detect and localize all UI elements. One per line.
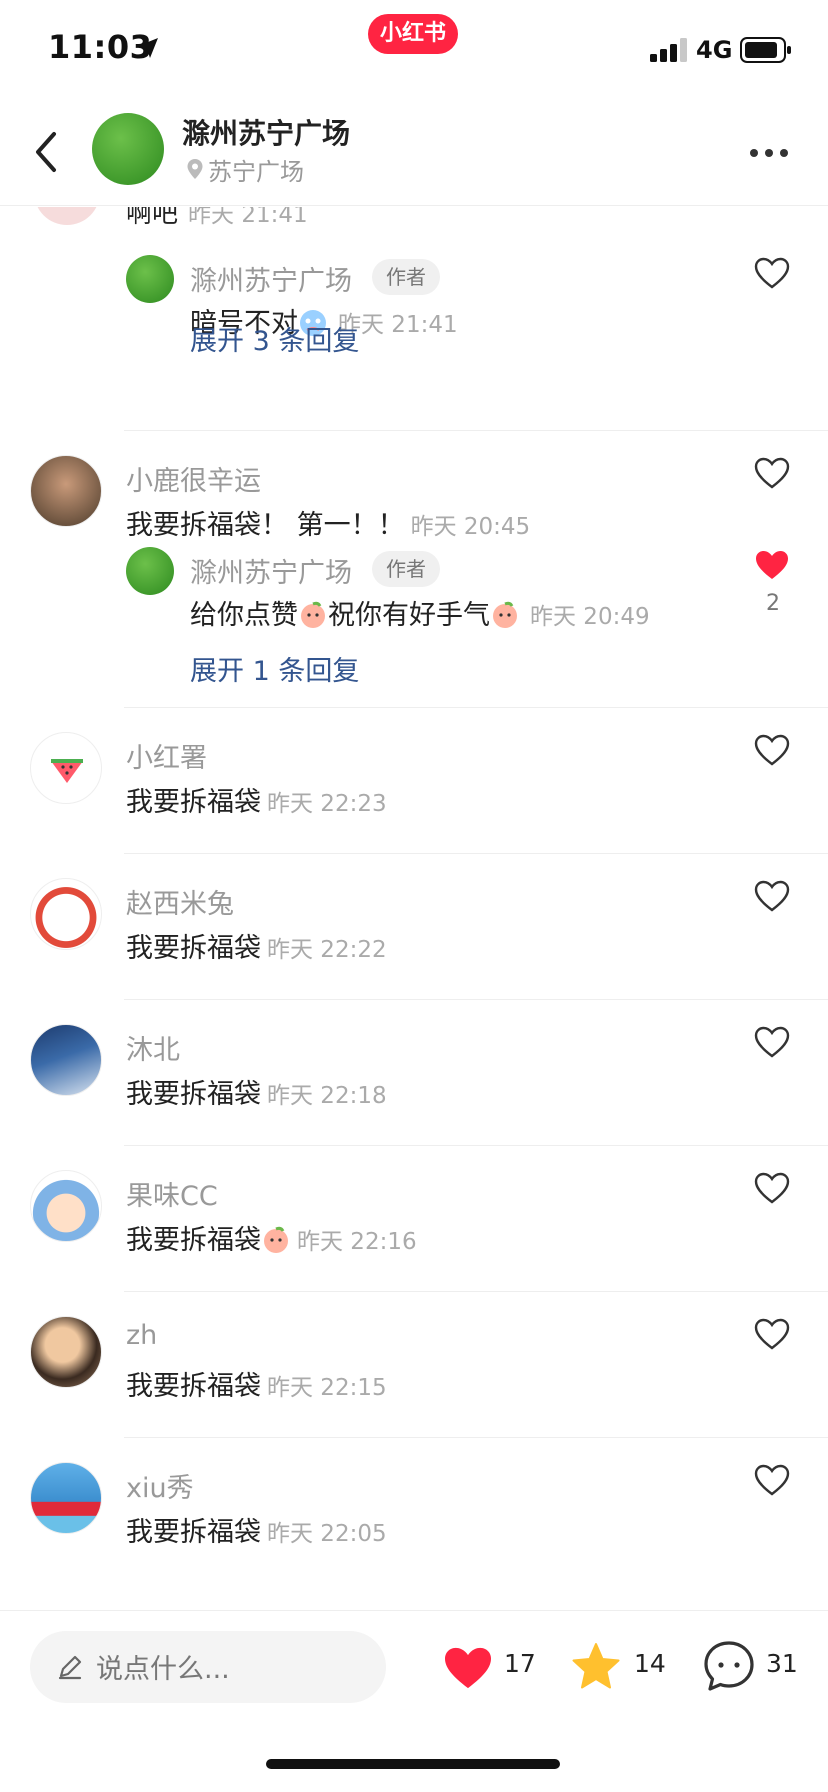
comment-count: 31 [766,1649,798,1678]
comment-item[interactable]: 赵西米兔 我要拆福袋 昨天 22:22 [0,854,828,1000]
avatar[interactable] [30,1316,102,1388]
avatar[interactable] [126,255,174,303]
reply-item[interactable]: 滁州苏宁广场 作者 暗号不对 昨天 21:41 [126,255,828,339]
comment-text: 我要拆福袋 昨天 22:15 [126,1371,387,1402]
back-icon[interactable] [28,124,68,180]
comment-time: 昨天 22:05 [267,1521,387,1547]
comment-time: 昨天 20:45 [410,514,531,540]
star-count: 14 [634,1649,666,1678]
comment-item[interactable]: 果味CC 我要拆福袋 昨天 22:16 [0,1146,828,1292]
heart-icon[interactable] [754,880,790,912]
comment-text: 我要拆福袋！ 第一！！ 昨天 20:45 [126,510,531,541]
avatar[interactable] [30,878,102,950]
header: 滁州苏宁广场 苏宁广场 [0,100,828,206]
comment-author[interactable]: xiu秀 [126,1466,194,1505]
avatar[interactable] [30,455,102,527]
comment-item[interactable]: 小鹿很辛运 我要拆福袋！ 第一！！ 昨天 20:45 滁州苏宁广场 作者 给你点赞… [0,431,828,707]
expand-replies-link[interactable]: 展开 3 条回复 [190,319,359,358]
heart-icon[interactable] [754,734,790,766]
comment-text: 我要拆福袋 昨天 22:16 [126,1225,417,1256]
page-title: 滁州苏宁广场 [182,117,351,150]
heart-icon[interactable] [754,1464,790,1496]
like-count: 17 [504,1649,536,1678]
comment-item[interactable]: xiu秀 我要拆福袋 昨天 22:05 [0,1438,828,1584]
peach-emoji-icon [493,601,517,628]
pin-icon [187,159,203,179]
heart-icon[interactable] [754,257,790,289]
comment-text: 我要拆福袋 昨天 22:18 [126,1079,387,1110]
comment-time: 昨天 22:16 [297,1229,417,1255]
watermelon-icon [51,759,83,783]
comment-author[interactable]: 赵西米兔 [126,882,234,921]
star-icon[interactable] [570,1641,622,1693]
home-indicator[interactable] [266,1759,560,1769]
comment-author[interactable]: 果味CC [126,1174,218,1213]
comment-author[interactable]: 沐北 [126,1028,180,1067]
comment-author[interactable]: 小红署 [126,736,207,775]
reply-author[interactable]: 滁州苏宁广场 [190,259,352,298]
signal-icon [650,38,687,62]
header-location[interactable]: 苏宁广场 [186,152,304,186]
comment-input-placeholder: 说点什么... [96,1654,230,1685]
comment-time: 昨天 21:41 [188,207,308,228]
avatar[interactable] [30,1024,102,1096]
peach-emoji-icon [301,601,325,628]
pencil-icon [58,1655,82,1680]
reply-author[interactable]: 滁州苏宁广场 [190,551,352,590]
battery-icon [740,37,791,63]
like-count: 2 [766,591,780,616]
comment-time: 昨天 22:23 [267,791,387,817]
reply-item[interactable]: 滁州苏宁广场 作者 给你点赞 祝你有好手气 昨天 20:49 [126,547,828,631]
heart-icon[interactable] [754,1318,790,1350]
comment-partial: 啊吧 昨天 21:41 滁州苏宁广场 作者 暗号不对 昨天 21:41 展开 3 条… [0,207,828,431]
heart-icon[interactable] [754,1172,790,1204]
avatar[interactable] [30,732,102,804]
avatar[interactable] [30,1462,102,1534]
comment-author[interactable]: 小鹿很辛运 [126,459,261,498]
comment-list[interactable]: 啊吧 昨天 21:41 滁州苏宁广场 作者 暗号不对 昨天 21:41 展开 3 条… [0,207,828,1611]
peach-emoji-icon [264,1226,288,1253]
header-location-label: 苏宁广场 [208,157,304,186]
reply-text: 给你点赞 祝你有好手气 昨天 20:49 [190,600,650,631]
comment-text: 啊吧 昨天 21:41 [126,207,308,230]
app-badge: 小红书 [368,14,458,54]
comment-author[interactable]: zh [126,1320,157,1351]
network-label: 4G [696,36,733,64]
comment-text: 我要拆福袋 昨天 22:22 [126,933,387,964]
heart-icon[interactable] [754,1026,790,1058]
more-icon[interactable] [744,128,794,178]
heart-icon[interactable] [754,457,790,489]
status-bar: 11:03 小红书 4G [0,0,828,100]
comment-input[interactable]: 说点什么... [30,1631,386,1703]
header-avatar[interactable] [92,113,164,185]
comment-text: 我要拆福袋 昨天 22:23 [126,787,387,818]
comment-time: 昨天 22:15 [267,1375,387,1401]
comment-time: 昨天 22:22 [267,937,387,963]
comment-icon[interactable] [702,1639,756,1693]
location-arrow-icon [138,38,158,58]
heart-filled-icon[interactable] [754,549,790,581]
comment-item[interactable]: zh 我要拆福袋 昨天 22:15 [0,1292,828,1438]
avatar[interactable] [34,207,100,225]
comment-item[interactable]: 小红署 我要拆福袋 昨天 22:23 [0,708,828,854]
comment-time: 昨天 22:18 [267,1083,387,1109]
avatar[interactable] [30,1170,102,1242]
comment-text: 我要拆福袋 昨天 22:05 [126,1517,387,1548]
expand-replies-link[interactable]: 展开 1 条回复 [190,649,359,688]
author-tag: 作者 [372,259,440,295]
author-tag: 作者 [372,551,440,587]
avatar[interactable] [126,547,174,595]
comment-item[interactable]: 沐北 我要拆福袋 昨天 22:18 [0,1000,828,1146]
bottom-bar: 说点什么... 17 14 31 [0,1610,828,1792]
reply-time: 昨天 20:49 [530,604,650,630]
heart-filled-icon[interactable] [442,1645,494,1691]
